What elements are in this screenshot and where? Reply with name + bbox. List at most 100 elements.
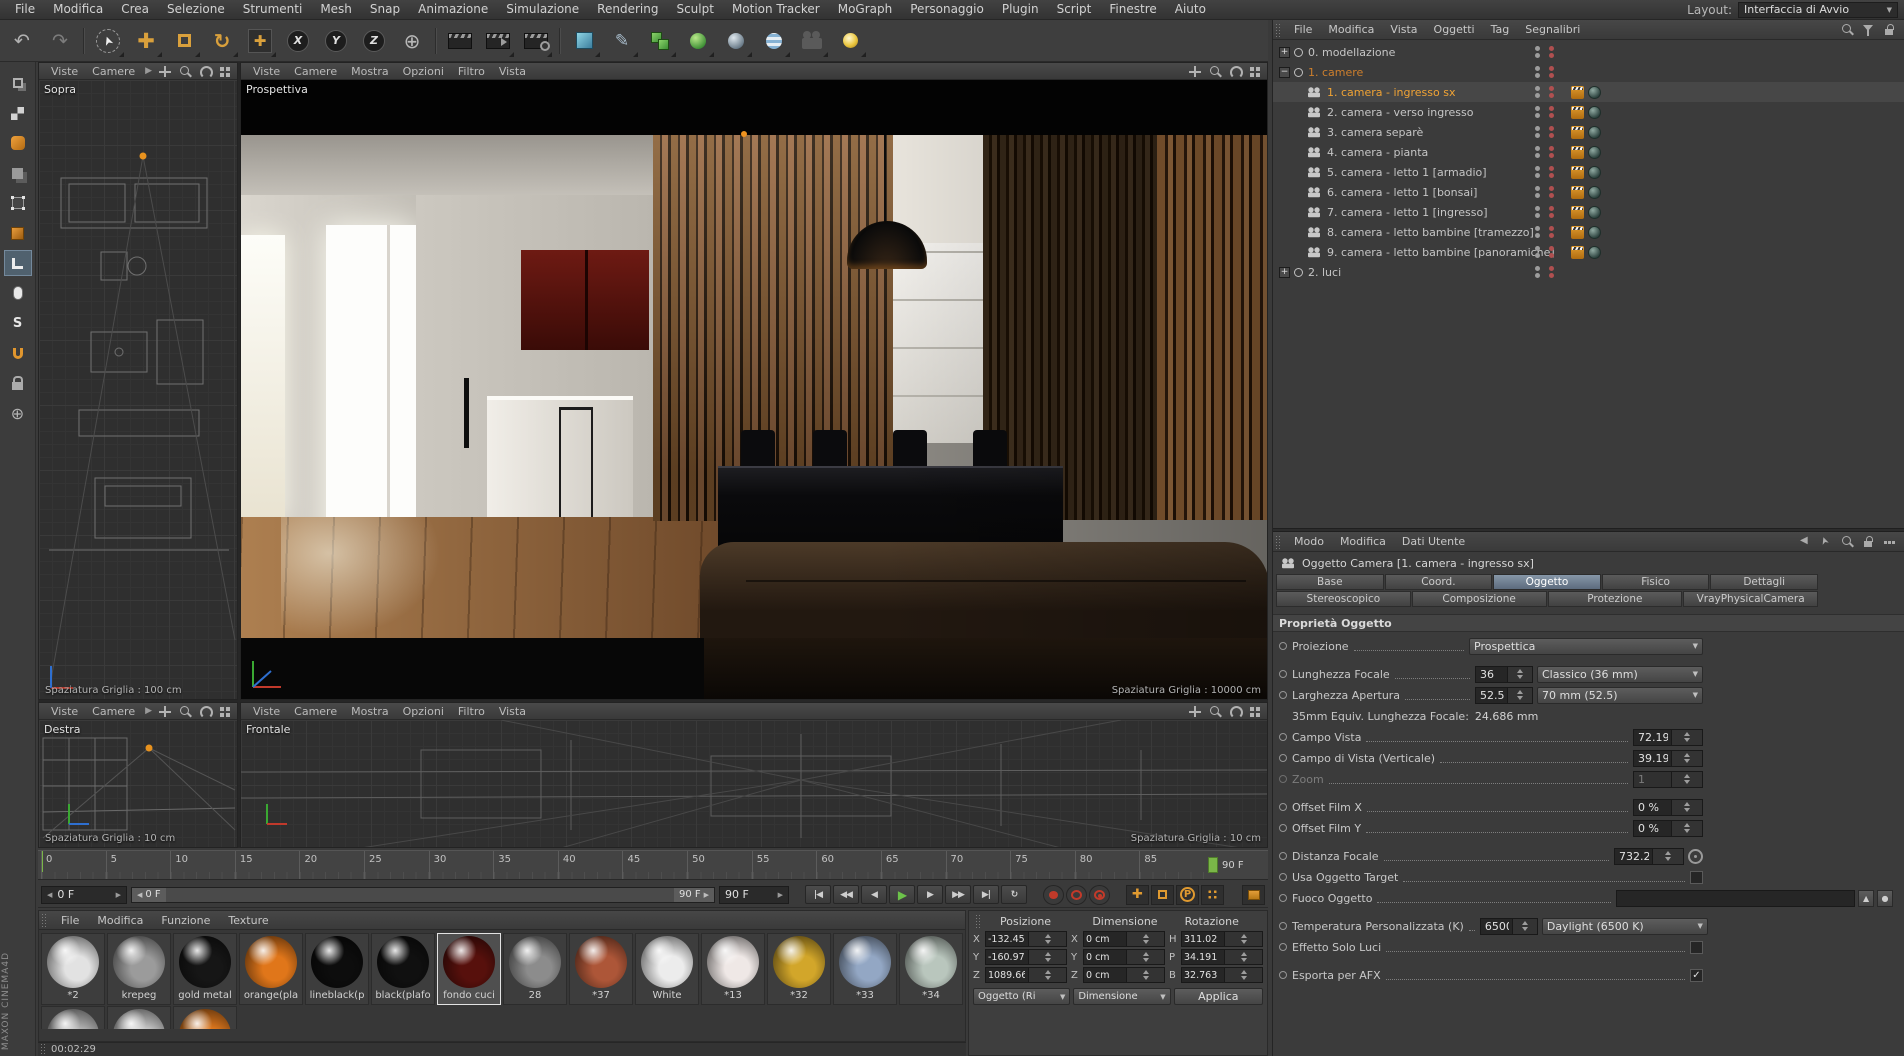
spinner[interactable] [1224,968,1262,982]
keyframe-dot-icon[interactable] [1279,754,1287,762]
attribute-menu-item[interactable]: Modifica [1332,535,1394,548]
panel-grip[interactable] [40,1042,47,1056]
material-item[interactable]: black(plafo [371,933,435,1005]
go-start-icon[interactable]: |◀ [805,885,831,904]
coordinate-field[interactable]: 0 cm [1083,949,1165,965]
menu-item[interactable]: MoGraph [829,0,902,19]
viewport-menu-item[interactable]: Opzioni [396,705,451,718]
object-tree-item[interactable]: 1. camere [1273,62,1904,82]
composition-tag-icon[interactable] [1571,165,1584,179]
live-selection-icon[interactable] [90,23,126,59]
material-item[interactable]: 28 [503,933,567,1005]
lock-x-axis-icon[interactable]: X [280,23,316,59]
composition-tag-icon[interactable] [1571,85,1584,99]
material-item[interactable] [41,1006,105,1029]
timeline-range-end[interactable]: 90 F [1204,851,1268,879]
viewport-menu-item[interactable]: Viste [44,705,85,718]
expand-toggle-icon[interactable] [1279,46,1290,58]
expand-toggle-icon[interactable] [1279,66,1290,78]
snap-toggle-icon[interactable]: S [4,310,32,336]
viewport-menu-item[interactable]: Viste [44,65,85,78]
attribute-tab[interactable]: Composizione [1411,591,1547,607]
om-filter-icon[interactable] [1861,23,1875,37]
viewport-right-canvas[interactable]: Destra Spaziatura Griglia : 10 cm [39,720,237,847]
composition-tag-icon[interactable] [1571,225,1584,239]
material-item[interactable]: orange(pla [239,933,303,1005]
pick-object-icon[interactable] [1819,535,1833,549]
keyframe-dot-icon[interactable] [1279,922,1287,930]
focus-object-pick-icon[interactable]: ● [1877,889,1894,907]
keyframe-dot-icon[interactable] [1279,971,1287,979]
keyframe-selection-icon[interactable] [1089,884,1110,905]
coordinate-system-icon[interactable]: ⊕ [394,23,430,59]
viewport-menu-item[interactable]: Camere [85,705,142,718]
editor-visibility-dots[interactable] [1535,126,1540,138]
object-manager-menu-item[interactable]: Oggetti [1426,23,1483,36]
focus-pick-icon[interactable] [1688,848,1703,864]
record-parameter-icon[interactable]: P [1176,884,1199,905]
editor-visibility-dots[interactable] [1535,86,1540,98]
composition-tag-icon[interactable] [1571,105,1584,119]
layout-dropdown[interactable]: Interfaccia di Avvio ▼ [1738,1,1898,18]
material-menu-item[interactable]: Funzione [152,914,219,927]
mograph-icon[interactable] [642,23,678,59]
timeline-tick[interactable]: 60 [816,851,881,879]
attribute-tab[interactable]: VrayPhysicalCamera [1683,591,1818,607]
spinner[interactable] [1028,950,1066,964]
spinner[interactable] [1126,932,1164,946]
timeline-tick[interactable]: 55 [751,851,817,879]
editor-visibility-dots[interactable] [1535,66,1540,78]
timeline-tick[interactable]: 80 [1074,851,1140,879]
timeline-tick[interactable]: 70 [945,851,1011,879]
spinner[interactable] [1511,918,1537,934]
viewport-menu-item[interactable]: Camere [85,65,142,78]
spinner[interactable] [1224,950,1262,964]
spinner[interactable] [1126,968,1164,982]
viewport-menu-item[interactable]: Opzioni [396,65,451,78]
coord-mode-dropdown[interactable]: Oggetto (Ri ▼ [973,988,1071,1005]
keyframe-dot-icon[interactable] [1279,642,1287,650]
rotate-view-icon[interactable] [1228,65,1242,78]
range-start-handle[interactable]: ◀ 0 F [132,887,166,902]
coordinate-field[interactable]: -132.451 cm [985,931,1067,947]
coord-size-dropdown[interactable]: Dimensione ▼ [1073,988,1171,1005]
render-visibility-dots[interactable] [1549,246,1554,258]
environment-icon[interactable] [718,23,754,59]
points-mode-icon[interactable] [4,190,32,216]
keyframe-dot-icon[interactable] [1279,670,1287,678]
coordinate-field[interactable]: 1089.669 cm [985,967,1067,983]
keyframe-dot-icon[interactable] [1279,852,1287,860]
render-visibility-dots[interactable] [1549,186,1554,198]
toggle-views-icon[interactable] [218,705,232,718]
temperature-preset-dropdown[interactable]: Daylight (6500 K) ▼ [1541,917,1708,935]
menu-item[interactable]: Strumenti [234,0,312,19]
prev-key-icon[interactable]: ◀◀ [833,885,859,904]
timeline-tick[interactable]: 0 [41,851,106,879]
focus-distance-field[interactable]: 732.265 ci [1614,847,1684,865]
viewport-menu-item[interactable]: Camere [287,705,344,718]
spinner[interactable] [1224,932,1262,946]
keyframe-dot-icon[interactable] [1279,894,1287,902]
om-lock-icon[interactable] [1882,23,1896,37]
viewport-perspective[interactable]: VisteCamereMostraOpzioniFiltroVista [240,62,1268,700]
timeline-tick[interactable]: 20 [299,851,365,879]
spinner[interactable] [1671,750,1702,766]
coordinate-field[interactable]: 34.191 ° [1181,949,1263,965]
attribute-tab[interactable]: Fisico [1601,574,1710,590]
viewport-menu-item[interactable]: Vista [492,65,533,78]
composition-tag-icon[interactable] [1571,245,1584,259]
viewport-menu-item[interactable]: Filtro [451,705,492,718]
editor-visibility-dots[interactable] [1535,266,1540,278]
menu-item[interactable]: Finestre [1100,0,1165,19]
enable-axis-icon[interactable] [3,250,32,276]
export-afx-checkbox[interactable] [1690,968,1703,982]
magnet-snap-icon[interactable] [4,340,32,366]
vray-camera-tag-icon[interactable] [1588,225,1601,239]
next-frame-icon[interactable]: ▶ [917,885,943,904]
lock-z-axis-icon[interactable]: Z [356,23,392,59]
viewport-top-canvas[interactable]: Sopra Spaziatura Griglia: 100 cm [39,80,237,699]
render-visibility-dots[interactable] [1549,106,1554,118]
solo-lights-checkbox[interactable] [1690,940,1703,954]
object-tree-item[interactable]: 3. camera separè [1273,122,1904,142]
menu-overflow-icon[interactable]: ▶ [142,706,155,716]
